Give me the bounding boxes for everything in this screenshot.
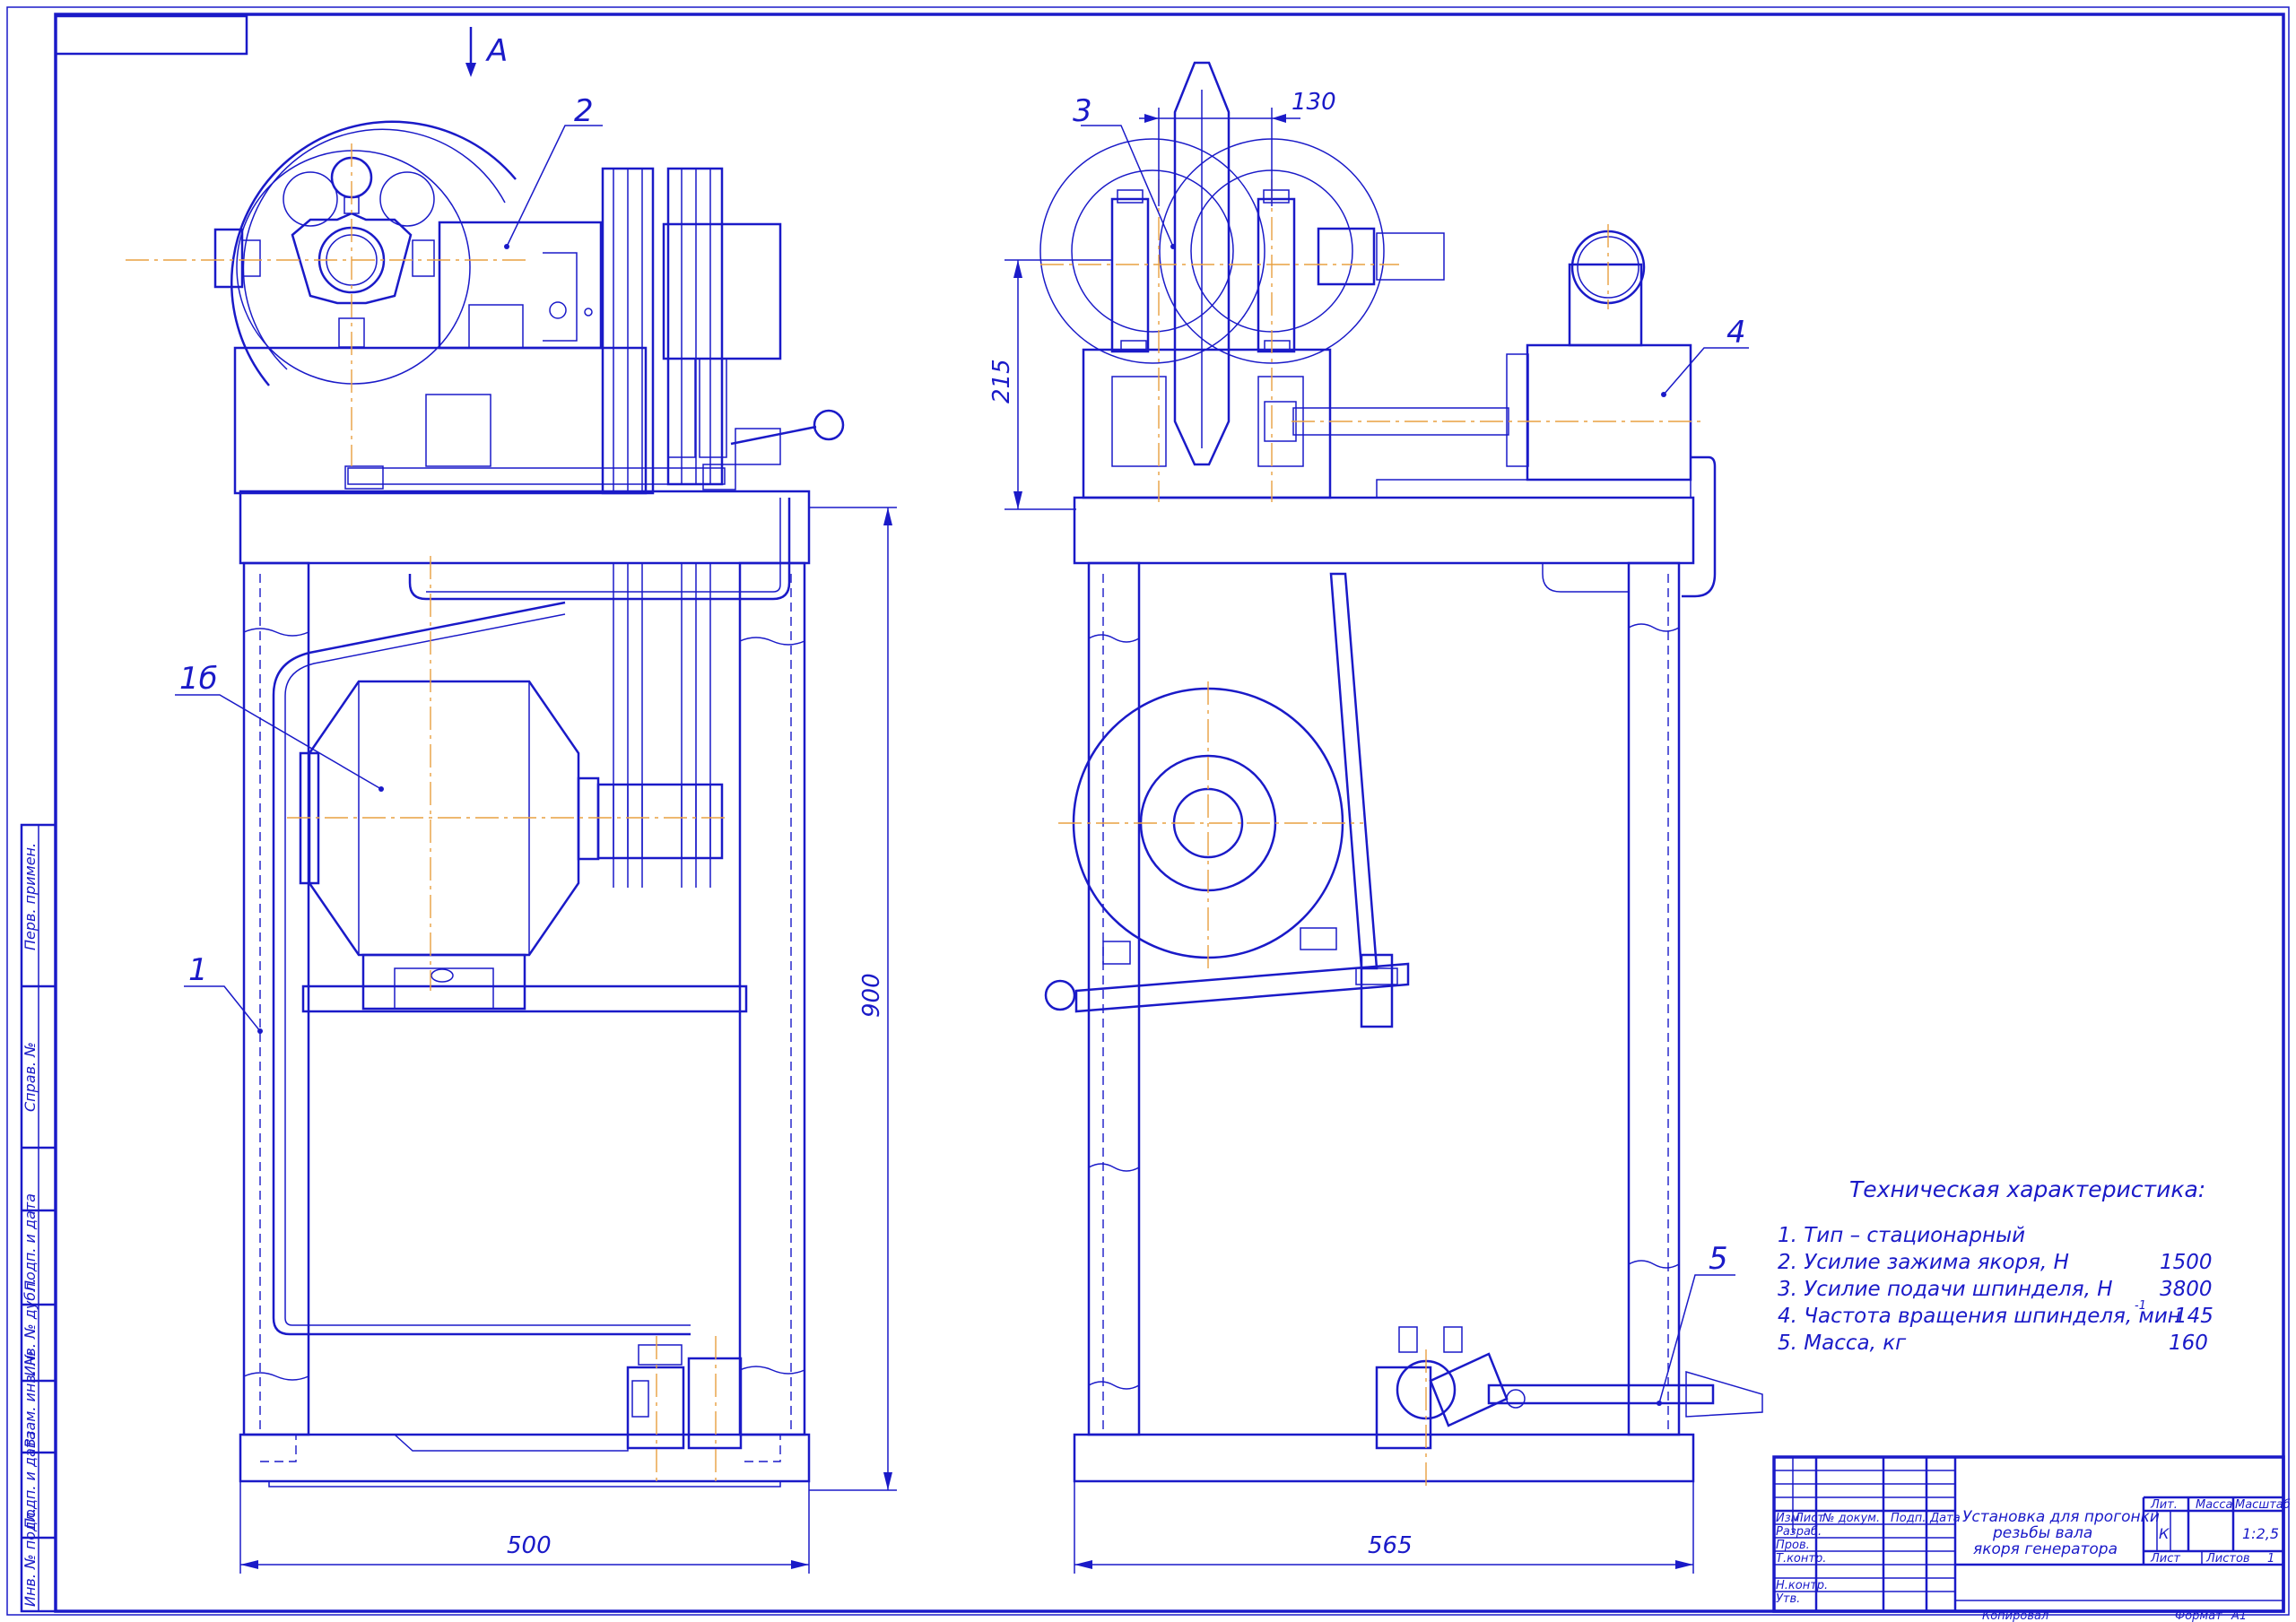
callout-3: 3 <box>1073 93 1092 129</box>
title-block: Изм Лист № докум. Подп. Дата Разраб. Про… <box>1772 1455 2291 1622</box>
tb-format-value: А1 <box>2231 1609 2247 1622</box>
tech-spec: Техническая характеристика: 1. Тип – ста… <box>1778 1176 2213 1355</box>
tb-col-sign: Подп. <box>1891 1512 1926 1525</box>
view-label: А <box>485 33 508 69</box>
side-stamp-1: Перв. примен. <box>22 843 39 950</box>
callout-5: 5 <box>1709 1241 1728 1277</box>
tb-sheets-value: 1 <box>2267 1552 2274 1566</box>
callouts: 2 3 4 1б 1 5 <box>175 93 1749 1406</box>
callout-1: 1 <box>188 952 208 988</box>
tb-title-1: Установка для прогонки <box>1962 1508 2160 1526</box>
side-stamp-7: Инв. № подл. <box>22 1508 39 1607</box>
dimensions: 500 565 900 215 130 <box>239 89 1694 1574</box>
tb-sheet-label: Лист <box>2150 1552 2180 1566</box>
tb-title-2: резьбы вала <box>1992 1524 2092 1542</box>
tb-copied: Копировал <box>1982 1609 2048 1622</box>
tb-row-1: Разраб. <box>1776 1525 1822 1539</box>
tb-row-2: Пров. <box>1776 1539 1810 1552</box>
dim-width-side: 565 <box>1368 1532 1413 1559</box>
tech-item-3: 3. Усилие подачи шпинделя, Н <box>1778 1278 2113 1301</box>
tb-col-date: Дата <box>1929 1512 1961 1525</box>
dim-height-top: 215 <box>988 359 1015 403</box>
callout-2: 2 <box>574 93 594 129</box>
dim-spacing: 130 <box>1292 89 1336 116</box>
front-view <box>126 120 845 1488</box>
tech-item-2: 2. Усилие зажима якоря, Н <box>1778 1251 2069 1274</box>
tech-item-5: 5. Масса, кг <box>1778 1331 1907 1355</box>
tech-item-1: 1. Тип – стационарный <box>1778 1224 2025 1247</box>
tech-title: Техническая характеристика: <box>1849 1176 2205 1202</box>
tech-item-4: 4. Частота вращения шпинделя, мин <box>1778 1305 2181 1328</box>
tb-row-5: Н.контр. <box>1776 1579 1828 1592</box>
dim-width-front: 500 <box>507 1532 552 1559</box>
tb-row-3: Т.контр. <box>1776 1552 1826 1566</box>
side-stamp-3: Подп. и дата <box>22 1193 39 1291</box>
tb-scale-label: Масштаб <box>2235 1498 2291 1512</box>
tech-value-2: 1500 <box>2160 1251 2213 1274</box>
tb-title-3: якоря генератора <box>1973 1540 2118 1558</box>
tb-mass-label: Масса <box>2196 1498 2232 1512</box>
tech-value-5: 160 <box>2169 1331 2208 1355</box>
tb-format-label: Формат <box>2175 1609 2222 1622</box>
view-arrow: А <box>465 27 508 77</box>
side-stamp-2: Справ. № <box>22 1042 39 1112</box>
tech-value-3: 3800 <box>2160 1278 2213 1301</box>
tb-col-list: Лист <box>1794 1512 1824 1525</box>
callout-4: 4 <box>1726 315 1746 351</box>
tb-scale-value: 1:2,5 <box>2242 1525 2279 1542</box>
tb-row-6: Утв. <box>1776 1592 1800 1606</box>
callout-16: 1б <box>179 661 218 697</box>
tech-value-4: 145 <box>2174 1305 2213 1328</box>
drawing-sheet: Перв. примен. Справ. № Подп. и дата Инв.… <box>6 6 2291 1622</box>
dim-height: 900 <box>858 973 885 1018</box>
tech-superscript: -1 <box>2135 1299 2146 1313</box>
tb-lit-label: Лит. <box>2150 1498 2178 1512</box>
tb-lit-value: К <box>2159 1525 2170 1542</box>
side-stamp: Перв. примен. Справ. № Подп. и дата Инв.… <box>20 823 57 1613</box>
side-view <box>1039 61 1763 1488</box>
tb-sheets-label: Листов <box>2205 1552 2250 1566</box>
tb-col-doc: № докум. <box>1822 1512 1880 1525</box>
